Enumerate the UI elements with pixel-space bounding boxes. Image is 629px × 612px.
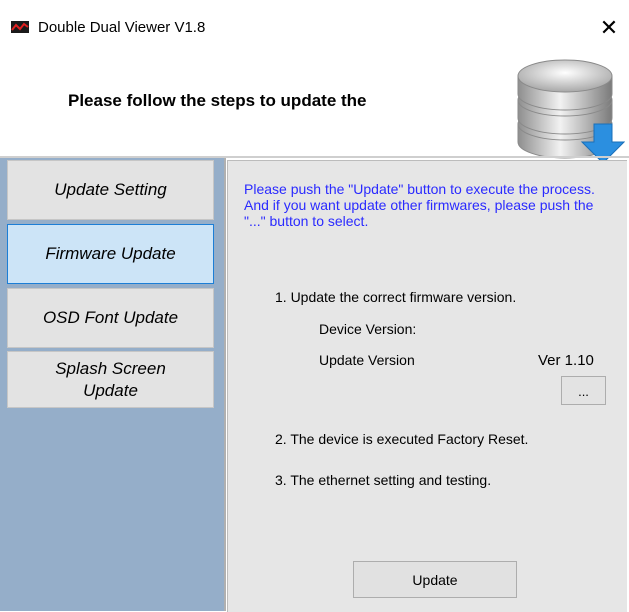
close-button[interactable]: ✕ [595,14,623,42]
update-button[interactable]: Update [353,561,517,598]
title-bar: Double Dual Viewer V1.8 ✕ [0,0,629,44]
app-logo-icon [11,21,29,33]
sidebar-item-firmware-update[interactable]: Firmware Update [7,224,214,284]
sidebar-item-splash-screen-update[interactable]: Splash Screen Update [7,351,214,408]
firmware-update-panel: Please push the "Update" button to execu… [227,160,627,612]
sidebar-item-osd-font-update[interactable]: OSD Font Update [7,288,214,348]
update-version-value: Ver 1.10 [538,352,594,369]
window-title: Double Dual Viewer V1.8 [38,19,206,36]
header-panel: Please follow the steps to update the [0,44,629,164]
step-1-text: 1. Update the correct firmware version. [275,289,517,305]
device-version-label: Device Version: [319,321,417,337]
step-2-text: 2. The device is executed Factory Reset. [275,431,529,447]
sidebar-item-update-setting[interactable]: Update Setting [7,160,214,220]
header-instruction: Please follow the steps to update the [68,91,367,110]
intro-text: Please push the "Update" button to execu… [244,181,595,229]
step-3-text: 3. The ethernet setting and testing. [275,472,492,488]
sidebar: Update Setting Firmware Update OSD Font … [0,158,226,611]
update-version-label: Update Version [319,352,415,368]
browse-firmware-button[interactable]: ... [561,376,606,405]
database-download-icon [517,59,625,164]
